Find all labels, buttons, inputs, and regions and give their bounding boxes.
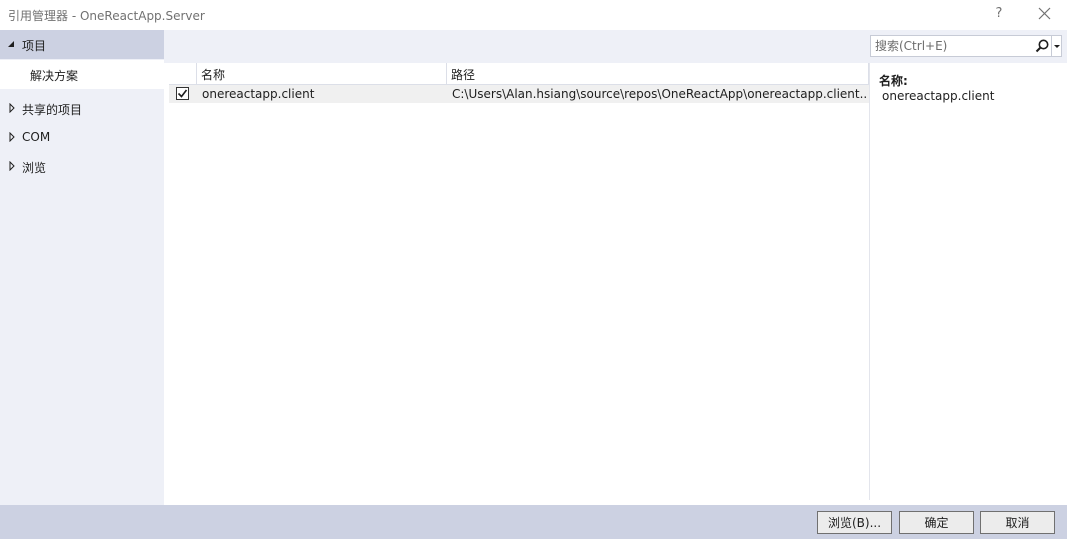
column-header-label: 名称 — [201, 68, 226, 82]
column-header-name[interactable]: 名称 — [197, 63, 447, 85]
column-header-checkbox — [169, 63, 197, 85]
checkmark-icon — [177, 89, 188, 98]
search-options-dropdown[interactable] — [1051, 36, 1062, 56]
collapsed-arrow-icon[interactable] — [7, 161, 17, 171]
help-button[interactable]: ? — [988, 4, 1010, 24]
details-pane: 名称: onereactapp.client — [869, 63, 1067, 500]
reference-name: onereactapp.client — [202, 87, 315, 101]
nav-item-label: COM — [22, 130, 51, 144]
column-header-path[interactable]: 路径 — [447, 63, 869, 85]
search-box — [870, 35, 1062, 57]
expanded-arrow-icon[interactable] — [6, 39, 16, 49]
nav-item-solution[interactable]: 解决方案 — [0, 60, 164, 89]
title-bar: 引用管理器 - OneReactApp.Server ? — [0, 0, 1067, 30]
category-tree: 项目 解决方案 共享的项目 COM 浏览 — [0, 30, 164, 505]
reference-path: C:\Users\Alan.hsiang\source\repos\OneRea… — [452, 87, 866, 101]
nav-item-com[interactable]: COM — [0, 123, 164, 152]
reference-manager-window: 引用管理器 - OneReactApp.Server ? 项目 解决方案 共享的… — [0, 0, 1067, 539]
button-bar: 浏览(B)... 确定 取消 — [0, 505, 1067, 539]
window-title: 引用管理器 - OneReactApp.Server — [8, 9, 205, 23]
nav-item-projects[interactable]: 项目 — [0, 30, 164, 59]
search-icon[interactable] — [1034, 38, 1050, 54]
ok-button[interactable]: 确定 — [899, 511, 974, 534]
dropdown-arrow-icon — [1054, 45, 1060, 48]
search-input[interactable] — [871, 36, 1031, 56]
column-header-label: 路径 — [451, 68, 476, 82]
details-name-label: 名称: — [879, 74, 908, 88]
close-icon — [1038, 7, 1051, 20]
include-checkbox[interactable] — [176, 87, 189, 100]
collapsed-arrow-icon[interactable] — [7, 132, 17, 142]
nav-item-label: 共享的项目 — [22, 103, 83, 117]
close-button[interactable] — [1033, 4, 1055, 24]
reference-grid: 名称 路径 onereactapp.client C:\Users\Alan.h… — [169, 63, 869, 500]
nav-item-shared-projects[interactable]: 共享的项目 — [0, 94, 164, 123]
details-name-value: onereactapp.client — [882, 89, 995, 103]
nav-item-label: 项目 — [22, 39, 47, 53]
browse-button[interactable]: 浏览(B)... — [817, 511, 892, 534]
cancel-button[interactable]: 取消 — [980, 511, 1055, 534]
nav-item-label: 解决方案 — [30, 69, 79, 83]
collapsed-arrow-icon[interactable] — [7, 103, 17, 113]
table-row[interactable]: onereactapp.client C:\Users\Alan.hsiang\… — [169, 85, 869, 103]
nav-item-label: 浏览 — [22, 161, 47, 175]
nav-item-browse[interactable]: 浏览 — [0, 152, 164, 181]
